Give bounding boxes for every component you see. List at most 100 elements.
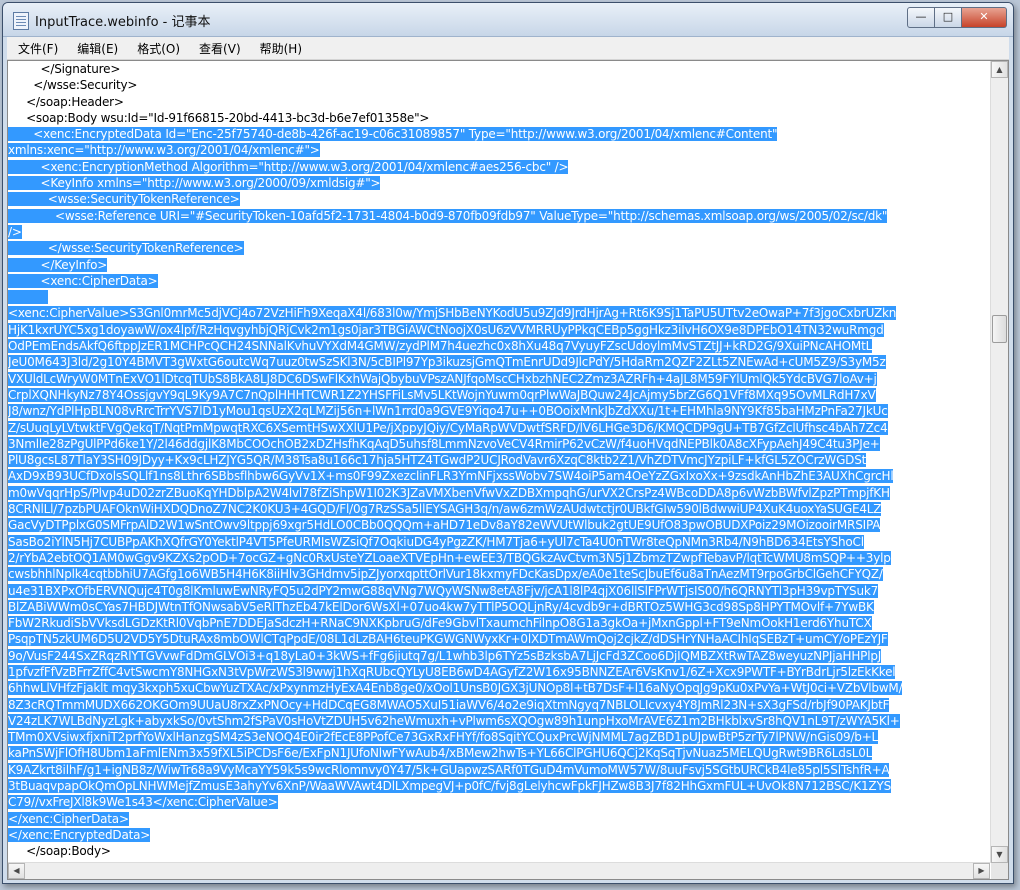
menu-edit[interactable]: 编辑(E) (66, 40, 126, 57)
text-line: PlU8gcsL87TlaY3SH09JDyy+Kx9cLHZJYG5QR/M3… (8, 452, 984, 468)
selected-text: FbW2RkudiSbVVksdLGDzKtRl0VqbPnE7DDEJaSdc… (8, 616, 872, 631)
selected-text: /> (8, 224, 22, 239)
text-line: <xenc:CipherData> (8, 273, 984, 289)
editor-area[interactable]: </Signature> </wsse:Security> </soap:Hea… (7, 60, 1009, 880)
selected-text: m0wVqqrHpS/Plvp4uD02zrZBuoKqYHDblpA2W4lv… (8, 485, 890, 500)
notepad-icon (13, 12, 29, 30)
text-line: 9o/VusF244SxZRqzRlYTGVvwFdDmGLVOi3+q18yL… (8, 648, 984, 664)
selected-text: <KeyInfo xmlns="http://www.w3.org/2000/0… (8, 176, 381, 191)
text: </soap:Body> (8, 844, 111, 859)
text-line: CrplXQNHkyNz78Y4OssjgvY9qL9Ky9A7C7nQplHH… (8, 387, 984, 403)
text-line: <KeyInfo xmlns="http://www.w3.org/2000/0… (8, 175, 984, 191)
text-line: <soap:Body wsu:Id="Id-91f66815-20bd-4413… (8, 110, 984, 126)
text-line: K9AZkrt8ilhF/g1+igNB8z/WiwTr68a9VyMcaYY5… (8, 762, 984, 778)
close-button[interactable]: ✕ (962, 7, 1007, 28)
text-line: 1pfvzfFfVzBFrrZffC4vtSwcmY8NHGxN3tVpWrzW… (8, 664, 984, 680)
selected-text: PlU8gcsL87TlaY3SH09JDyy+Kx9cLHZJYG5QR/M3… (8, 453, 867, 468)
selected-text: </KeyInfo> (8, 257, 108, 272)
selected-text: PsqpTN5zkUM6D5U2VD5Y5DtuRAx8mbOWlCTqPpdE… (8, 632, 888, 647)
text-line: <wsse:SecurityTokenReference> (8, 191, 984, 207)
horizontal-scrollbar[interactable]: ◀ ▶ (8, 862, 990, 879)
text-line: VXUldLcWryW0MTnExVO1lDtcqTUbS8BkA8LJ8DC6… (8, 371, 984, 387)
selected-text: AxD9xB93UCfDxolsSQLlf1ns8Lthr6SBbsflhbw6… (8, 469, 894, 484)
selected-text: 8CRNlLl/7pzbPUAFOknWiHXDQDnoZ7NC2K0KU3+4… (8, 502, 882, 517)
text-line: BlZABiWWm0sCYas7HBDJWtnTfONwsabV5eRlThzE… (8, 599, 984, 615)
text-line: V24zLK7WLBdNyzLgk+abyxkSo/0vtShm2fSPaV0s… (8, 713, 984, 729)
menu-file[interactable]: 文件(F) (7, 40, 66, 57)
text-content[interactable]: </Signature> </wsse:Security> </soap:Hea… (8, 61, 984, 863)
selected-text: JeU0M643J3ld/2g10Y4BMVT3gWxtG6outcWq7uuz… (8, 355, 886, 370)
text-line: PsqpTN5zkUM6D5U2VD5Y5DtuRAx8mbOWlCTqPpdE… (8, 631, 984, 647)
text-line: </wsse:Security> (8, 77, 984, 93)
text-line: </soap:Header> (8, 94, 984, 110)
text-line: </KeyInfo> (8, 257, 984, 273)
text-line: OdPEmEndsAkfQ6ftppJzER1MCHPcQCH24SNNalKv… (8, 338, 984, 354)
text-line: 2/rYbA2ebtOQ1AM0wGgv9KZXs2pOD+7ocGZ+gNc0… (8, 550, 984, 566)
selected-text: OdPEmEndsAkfQ6ftppJzER1MCHPcQCH24SNNalKv… (8, 339, 873, 354)
selected-text: 3Nmlle28zPgUlPPd6ke1Y/2l46ddgjlK8MbCOOch… (8, 436, 880, 451)
menu-format[interactable]: 格式(O) (126, 40, 188, 57)
window-title: InputTrace.webinfo - 记事本 (35, 15, 211, 30)
menu-help[interactable]: 帮助(H) (249, 40, 310, 57)
text-line: cwsbhhlNplk4cqtbbhiU7AGfg1o6WB5H4H6K8iiH… (8, 566, 984, 582)
text-line: J8/wnz/YdPlHpBLN08vRrcTrrYVS7lD1yMou1qsU… (8, 403, 984, 419)
text: </Signature> (8, 62, 121, 76)
text-line: </xenc:CipherData> (8, 811, 984, 827)
selected-text: <xenc:CipherValue>S3Gnl0mrMc5djVCj4o72Vz… (8, 306, 897, 321)
maximize-button[interactable]: □ (935, 7, 962, 28)
text-line: TMm0XVsiwxfjxniT2prfYoWxlHanzgSM4zS3eNOQ… (8, 729, 984, 745)
selected-text: CrplXQNHkyNz78Y4OssjgvY9qL9Ky9A7C7nQplHH… (8, 387, 876, 402)
text-line: AxD9xB93UCfDxolsSQLlf1ns8Lthr6SBbsflhbw6… (8, 468, 984, 484)
selected-text: cwsbhhlNplk4cqtbbhiU7AGfg1o6WB5H4H6K8iiH… (8, 567, 883, 582)
scroll-up-icon[interactable]: ▲ (991, 61, 1008, 78)
text: </soap:Header> (8, 94, 124, 109)
selected-text: <wsse:Reference URI="#SecurityToken-10af… (8, 208, 888, 223)
text-line: GacVyDTPplxG0SMFrpAlD2W1wSntOwv9ltppj69x… (8, 517, 984, 533)
text-line: <wsse:Reference URI="#SecurityToken-10af… (8, 208, 984, 224)
selected-text: </xenc:CipherData> (8, 811, 129, 826)
text-line: FbW2RkudiSbVVksdLGDzKtRl0VqbPnE7DDEJaSdc… (8, 615, 984, 631)
text-line: m0wVqqrHpS/Plvp4uD02zrZBuoKqYHDblpA2W4lv… (8, 485, 984, 501)
text-line: Z/sUuqLyLVtwktFVgQekqT/NqtPmMpwqtRXC6XSe… (8, 420, 984, 436)
selected-text: V24zLK7WLBdNyzLgk+abyxkSo/0vtShm2fSPaV0s… (8, 713, 900, 728)
selected-text: 2/rYbA2ebtOQ1AM0wGgv9KZXs2pOD+7ocGZ+gNc0… (8, 550, 891, 565)
text: <soap:Body wsu:Id="Id-91f66815-20bd-4413… (8, 110, 430, 125)
selected-text: C79//vxFreJXl8k9We1s43</xenc:CipherValue… (8, 795, 278, 810)
scroll-down-icon[interactable]: ▼ (991, 846, 1008, 863)
text-line (8, 289, 984, 305)
selected-text: <xenc:EncryptionMethod Algorithm="http:/… (8, 159, 569, 174)
text-line: SasBo2iYlN5Hj7CUBPpAKhXQfrGY0YektlP4VT5P… (8, 534, 984, 550)
text-line: </Signature> (8, 61, 984, 77)
text-line: </xenc:EncryptedData> (8, 827, 984, 843)
minimize-button[interactable]: — (907, 7, 935, 28)
selected-text: xmlns:xenc="http://www.w3.org/2001/04/xm… (8, 143, 320, 158)
selected-text: 3tBuaqvpapOkQmOpLNHWMejfZmusE3ahyYv6XnP/… (8, 779, 892, 794)
text-line: </soap:Body> (8, 843, 984, 859)
size-grip (991, 863, 1008, 879)
text-line: HjK1kxrUYC5xg1doyawW/ox4lpf/RzHqvgyhbjQR… (8, 322, 984, 338)
menu-bar: 文件(F) 编辑(E) 格式(O) 查看(V) 帮助(H) (7, 37, 1009, 60)
scroll-left-icon[interactable]: ◀ (8, 863, 25, 879)
selected-text: 9o/VusF244SxZRqzRlYTGVvwFdDmGLVOi3+q18yL… (8, 648, 882, 663)
text-line: kaPnSWjFlOfH8Ubm1aFmlENm3x59fXL5iPCDsF6e… (8, 745, 984, 761)
text-line: /> (8, 224, 984, 240)
vertical-scrollbar[interactable]: ▲ ▼ (990, 61, 1008, 863)
selected-text: K9AZkrt8ilhF/g1+igNB8z/WiwTr68a9VyMcaYY5… (8, 762, 890, 777)
text: </wsse:Security> (8, 78, 138, 93)
text-line: u4e31BXPxOfbERVNQujc4T0g8lKmluwEwNRyFQ5u… (8, 583, 984, 599)
selected-text: VXUldLcWryW0MTnExVO1lDtcqTUbS8BkA8LJ8DC6… (8, 371, 877, 386)
text-line: 8CRNlLl/7pzbPUAFOknWiHXDQDnoZ7NC2K0KU3+4… (8, 501, 984, 517)
selected-text: BlZABiWWm0sCYas7HBDJWtnTfONwsabV5eRlThzE… (8, 599, 874, 614)
text-line: 8Z3cRQTmmMUDX662OKGOm9UUaU8rxZxPNOcy+HdD… (8, 697, 984, 713)
scroll-right-icon[interactable]: ▶ (973, 863, 990, 879)
selected-text: HjK1kxrUYC5xg1doyawW/ox4lpf/RzHqvgyhbjQR… (8, 322, 884, 337)
selected-text: Z/sUuqLyLVtwktFVgQekqT/NqtPmMpwqtRXC6XSe… (8, 420, 888, 435)
scroll-thumb[interactable] (992, 315, 1007, 343)
text-line: 6hhwLlVHfzFjaklt mqy3kxph5xuCbwYuzTXAc/x… (8, 680, 984, 696)
text-line: <xenc:CipherValue>S3Gnl0mrMc5djVCj4o72Vz… (8, 305, 984, 321)
text-line: 3Nmlle28zPgUlPPd6ke1Y/2l46ddgjlK8MbCOOch… (8, 436, 984, 452)
text-line: <xenc:EncryptionMethod Algorithm="http:/… (8, 159, 984, 175)
menu-view[interactable]: 查看(V) (188, 40, 249, 57)
title-bar[interactable]: InputTrace.webinfo - 记事本 — □ ✕ (3, 3, 1013, 37)
selected-text: <xenc:CipherData> (8, 273, 158, 288)
